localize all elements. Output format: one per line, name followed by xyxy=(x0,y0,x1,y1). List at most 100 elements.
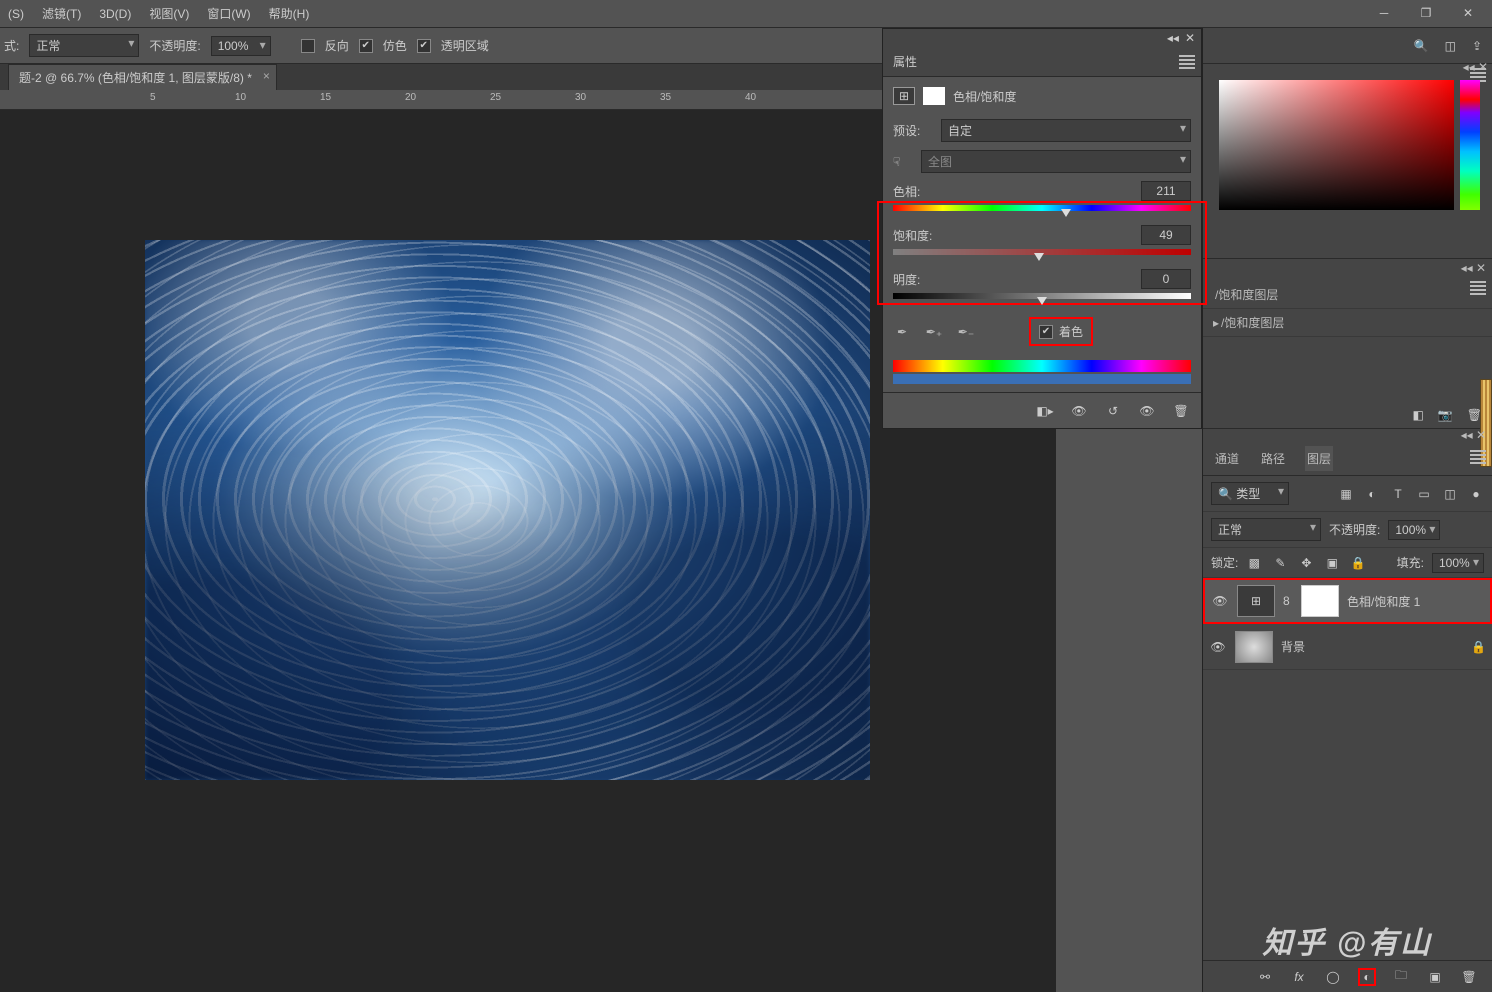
close-icon[interactable]: ✕ xyxy=(1452,2,1484,24)
reset-icon[interactable]: ↺ xyxy=(1103,402,1123,420)
menu-item-3d[interactable]: 3D(D) xyxy=(99,7,131,21)
layers-menu-icon[interactable] xyxy=(1470,450,1486,464)
filter-type-icon[interactable]: T xyxy=(1390,486,1406,502)
camera-icon[interactable]: 📷 xyxy=(1438,408,1453,422)
layer-opacity-label: 不透明度: xyxy=(1329,521,1380,538)
lightness-input[interactable] xyxy=(1141,269,1191,289)
new-layer-icon[interactable]: ▣ xyxy=(1426,968,1444,986)
properties-menu-icon[interactable] xyxy=(1179,55,1195,69)
hue-slider[interactable] xyxy=(893,205,1191,215)
adjustments-collapse[interactable]: ◂◂ ✕ xyxy=(1461,261,1486,275)
properties-subtitle: 色相/饱和度 xyxy=(953,88,1016,105)
blend-mode-dropdown[interactable]: 正常 xyxy=(29,34,139,57)
toggle-visibility-icon[interactable]: 👁 xyxy=(1137,402,1157,420)
canvas-image[interactable] xyxy=(145,240,870,780)
lightness-label: 明度: xyxy=(893,271,920,288)
lightness-slider-row: 明度: xyxy=(883,265,1201,303)
saturation-label: 饱和度: xyxy=(893,227,932,244)
properties-panel: ◂◂✕ 属性 ⊞ 色相/饱和度 预设: 自定 ☟ 全图 色相: 饱和度: xyxy=(882,28,1202,429)
color-range-dropdown[interactable]: 全图 xyxy=(921,150,1191,173)
preset-dropdown[interactable]: 自定 xyxy=(941,119,1191,142)
visibility-icon[interactable]: 👁 xyxy=(1209,640,1227,654)
link-icon[interactable]: 8 xyxy=(1283,594,1293,608)
opacity-dropdown[interactable]: 100% xyxy=(211,36,271,56)
filter-shape-icon[interactable]: ▭ xyxy=(1416,486,1432,502)
filter-kind-dropdown[interactable]: 🔍 类型 xyxy=(1211,482,1289,505)
filter-adjust-icon[interactable]: ◐ xyxy=(1364,486,1380,502)
saturation-slider-row: 饱和度: xyxy=(883,221,1201,259)
maximize-icon[interactable]: ❐ xyxy=(1410,2,1442,24)
lock-position-icon[interactable]: ✥ xyxy=(1298,555,1314,571)
saturation-input[interactable] xyxy=(1141,225,1191,245)
clip-icon[interactable]: ◧ xyxy=(1412,408,1423,422)
adjustments-menu-icon[interactable] xyxy=(1470,281,1486,295)
layer-mask-thumb[interactable] xyxy=(1301,585,1339,617)
layer-row-background[interactable]: 👁 背景 🔒 xyxy=(1203,624,1492,670)
layer-name[interactable]: 背景 xyxy=(1281,638,1305,655)
dither-checkbox[interactable] xyxy=(359,39,373,53)
ruler-tick: 35 xyxy=(660,92,671,103)
reverse-checkbox[interactable] xyxy=(301,39,315,53)
minimize-icon[interactable]: ─ xyxy=(1368,2,1400,24)
adjustments-footer-icons: ◧ 📷 🗑 xyxy=(1412,408,1482,422)
adjustment-type-icon: ⊞ xyxy=(893,87,915,105)
menu-item[interactable]: (S) xyxy=(8,7,24,21)
finger-tool-icon[interactable]: ☟ xyxy=(893,155,913,169)
menu-item-help[interactable]: 帮助(H) xyxy=(269,5,310,22)
menu-item-filter[interactable]: 滤镜(T) xyxy=(42,5,81,22)
menu-item-window[interactable]: 窗口(W) xyxy=(207,5,250,22)
search-icon[interactable]: 🔍 xyxy=(1414,39,1429,53)
mask-icon[interactable]: ◯ xyxy=(1324,968,1342,986)
tab-channels[interactable]: 通道 xyxy=(1213,446,1241,471)
eyedropper-minus-icon[interactable]: ✒₋ xyxy=(957,323,975,341)
layer-name[interactable]: 色相/饱和度 1 xyxy=(1347,593,1420,610)
layer-opacity-dropdown[interactable]: 100% xyxy=(1388,520,1440,540)
filter-smart-icon[interactable]: ◫ xyxy=(1442,486,1458,502)
layer-row-huesat[interactable]: 👁 ⊞ 8 色相/饱和度 1 xyxy=(1203,578,1492,624)
eyedropper-plus-icon[interactable]: ✒₊ xyxy=(925,323,943,341)
saturation-slider[interactable] xyxy=(893,249,1191,259)
lock-indicator-icon: 🔒 xyxy=(1471,640,1486,654)
trash-icon[interactable]: 🗑 xyxy=(1467,408,1482,422)
color-field[interactable] xyxy=(1219,80,1454,210)
adjustment-row[interactable]: ▸ /饱和度图层 xyxy=(1203,309,1492,337)
hue-strip[interactable] xyxy=(1460,80,1480,210)
transparency-label: 透明区域 xyxy=(441,37,489,54)
fill-dropdown[interactable]: 100% xyxy=(1432,553,1484,573)
new-adjustment-icon[interactable]: ◐ xyxy=(1358,968,1376,986)
eyedropper-icon[interactable]: ✒ xyxy=(893,323,911,341)
tab-paths[interactable]: 路径 xyxy=(1259,446,1287,471)
watermark: 知乎 @有山 xyxy=(1262,918,1432,962)
arrange-icon[interactable]: ◫ xyxy=(1445,39,1456,53)
filter-toggle-icon[interactable]: ● xyxy=(1468,486,1484,502)
transparency-checkbox[interactable] xyxy=(417,39,431,53)
lock-brush-icon[interactable]: ✎ xyxy=(1272,555,1288,571)
layers-collapse[interactable]: ◂◂ ✕ xyxy=(1203,428,1492,442)
tab-close-icon[interactable]: × xyxy=(263,69,270,83)
lock-artboard-icon[interactable]: ▣ xyxy=(1324,555,1340,571)
properties-collapse-icon[interactable]: ◂◂ xyxy=(1167,31,1179,45)
document-tab[interactable]: 题-2 @ 66.7% (色相/饱和度 1, 图层蒙版/8) * × xyxy=(8,64,277,90)
delete-adjustment-icon[interactable]: 🗑 xyxy=(1171,402,1191,420)
delete-layer-icon[interactable]: 🗑 xyxy=(1460,968,1478,986)
hue-input[interactable] xyxy=(1141,181,1191,201)
tab-layers[interactable]: 图层 xyxy=(1305,446,1333,471)
properties-close-icon[interactable]: ✕ xyxy=(1185,31,1195,45)
fx-icon[interactable]: fx xyxy=(1290,968,1308,986)
lightness-slider[interactable] xyxy=(893,293,1191,303)
clip-to-layer-icon[interactable]: ◧▸ xyxy=(1035,402,1055,420)
view-previous-icon[interactable]: 👁 xyxy=(1069,402,1089,420)
menu-item-view[interactable]: 视图(V) xyxy=(149,5,189,22)
mask-type-icon[interactable] xyxy=(923,87,945,105)
menubar: (S) 滤镜(T) 3D(D) 视图(V) 窗口(W) 帮助(H) xyxy=(0,0,1492,28)
lock-pixels-icon[interactable]: ▩ xyxy=(1246,555,1262,571)
layer-blend-dropdown[interactable]: 正常 xyxy=(1211,518,1321,541)
adjustment-row[interactable]: /饱和度图层 xyxy=(1203,281,1492,309)
visibility-icon[interactable]: 👁 xyxy=(1211,594,1229,608)
group-icon[interactable]: 🗀 xyxy=(1392,968,1410,986)
lock-all-icon[interactable]: 🔒 xyxy=(1350,555,1366,571)
share-icon[interactable]: ⇪ xyxy=(1472,39,1482,53)
colorize-checkbox[interactable] xyxy=(1039,325,1053,339)
link-layers-icon[interactable]: ⚯ xyxy=(1256,968,1274,986)
filter-pixel-icon[interactable]: ▦ xyxy=(1338,486,1354,502)
